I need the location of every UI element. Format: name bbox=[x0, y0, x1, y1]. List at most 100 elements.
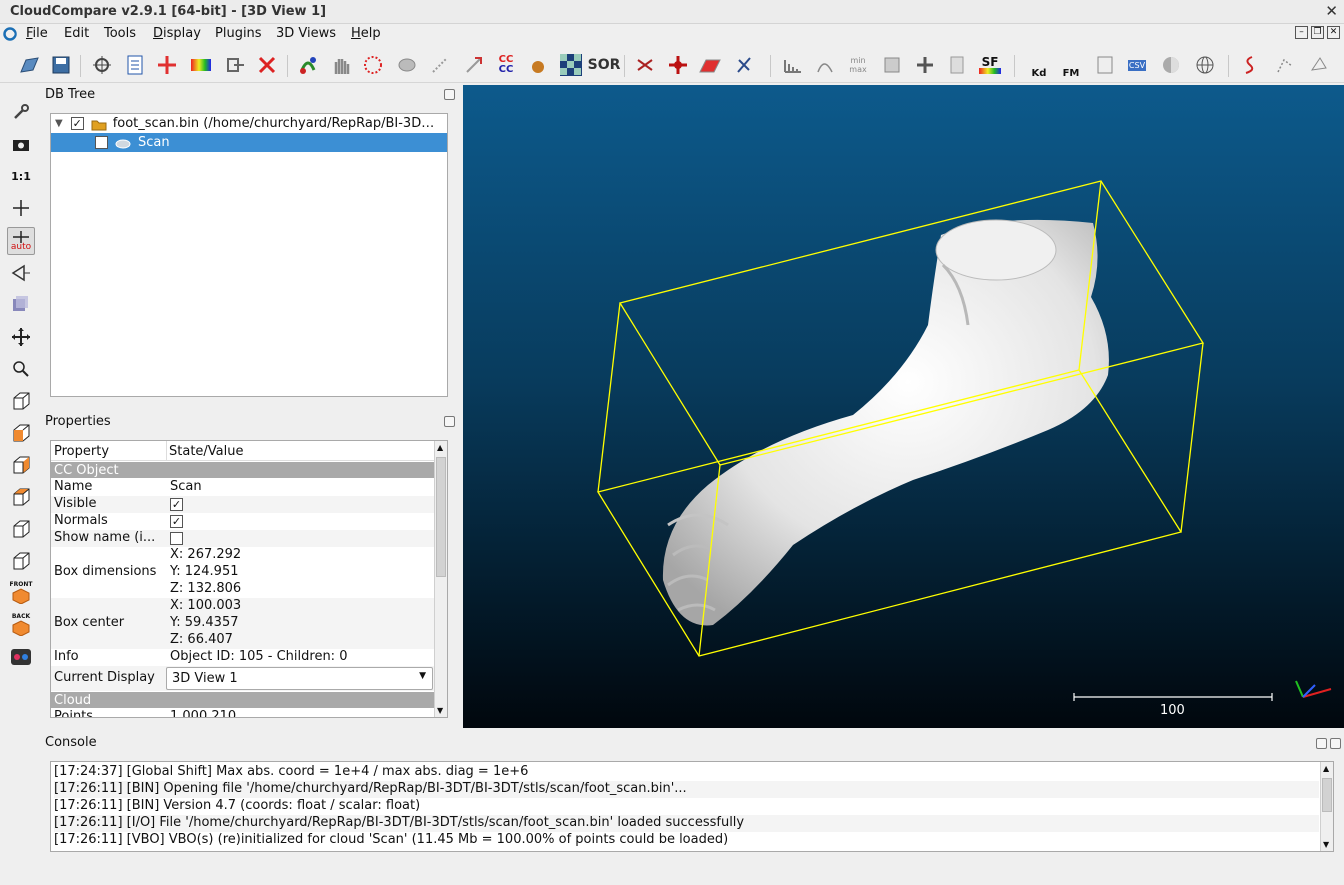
name-value[interactable]: Scan bbox=[170, 479, 202, 494]
prop-row-normals: Normals ✓ bbox=[54, 513, 183, 528]
current-display-select[interactable]: 3D View 1 ▼ bbox=[166, 667, 433, 690]
checkerboard-icon[interactable] bbox=[558, 51, 584, 79]
transform-icon[interactable] bbox=[89, 51, 115, 79]
zoom-icon[interactable] bbox=[7, 355, 35, 383]
export-csv-icon[interactable]: CSV bbox=[1124, 51, 1150, 79]
center-crosshair-icon[interactable] bbox=[7, 194, 35, 222]
tree-item-foot-scan[interactable]: ▼ ✓ foot_scan.bin (/home/churchyard/RepR… bbox=[51, 114, 447, 133]
console-log[interactable]: [17:24:37] [Global Shift] Max abs. coord… bbox=[50, 761, 1334, 852]
hand-icon[interactable] bbox=[328, 51, 354, 79]
view-right-icon[interactable] bbox=[7, 515, 35, 543]
open-icon[interactable] bbox=[16, 51, 42, 79]
mdi-window-controls: – ❐ ✕ bbox=[1295, 26, 1340, 39]
kd-tree-icon[interactable]: Kd bbox=[1026, 51, 1052, 79]
move-icon[interactable] bbox=[7, 323, 35, 351]
scalar-field-icon[interactable]: SF bbox=[977, 51, 1003, 79]
export-icon[interactable] bbox=[222, 51, 248, 79]
scroll-thumb[interactable] bbox=[1322, 778, 1332, 812]
fast-marching-icon[interactable]: FM bbox=[1058, 51, 1084, 79]
trace-polyline-icon[interactable] bbox=[1272, 51, 1298, 79]
tree-item-checkbox[interactable]: ✓ bbox=[70, 117, 84, 130]
mdi-minimize-button[interactable]: – bbox=[1295, 26, 1308, 39]
delete-icon[interactable] bbox=[254, 51, 280, 79]
tree-item-checkbox[interactable]: ✓ bbox=[95, 136, 108, 149]
db-tree-float-button[interactable] bbox=[444, 89, 455, 100]
export-ascii-icon[interactable] bbox=[1092, 51, 1118, 79]
expand-arrow-icon[interactable]: ▼ bbox=[55, 118, 63, 129]
console-line: [17:26:11] [BIN] Version 4.7 (coords: fl… bbox=[54, 798, 421, 813]
properties-title: Properties bbox=[45, 414, 111, 429]
view-left-icon[interactable] bbox=[7, 451, 35, 479]
wrench-icon[interactable] bbox=[7, 98, 35, 126]
point-picking-icon[interactable] bbox=[731, 51, 757, 79]
properties-float-button[interactable] bbox=[444, 416, 455, 427]
properties-scrollbar[interactable]: ▲ ▼ bbox=[434, 441, 447, 717]
window-close-button[interactable]: ✕ bbox=[1325, 2, 1338, 20]
subsample-icon[interactable] bbox=[427, 51, 453, 79]
auto-pick-rotation-center-button[interactable]: auto bbox=[7, 227, 35, 255]
db-tree-view[interactable]: ▼ ✓ foot_scan.bin (/home/churchyard/RepR… bbox=[50, 113, 448, 397]
menu-display[interactable]: Display bbox=[153, 26, 201, 41]
sf-arithmetic-icon[interactable] bbox=[944, 51, 970, 79]
view-front-icon[interactable] bbox=[7, 419, 35, 447]
histogram-icon[interactable] bbox=[779, 51, 805, 79]
scroll-thumb[interactable] bbox=[436, 457, 446, 577]
sample-points-icon[interactable] bbox=[360, 51, 386, 79]
prop-row-box-center: Box center X: 100.003 Y: 59.4357 Z: 66.4… bbox=[51, 598, 434, 649]
normals-checkbox[interactable]: ✓ bbox=[170, 515, 183, 528]
scissors-icon[interactable] bbox=[632, 51, 658, 79]
menu-3d-views[interactable]: 3D Views bbox=[276, 26, 336, 41]
mdi-close-button[interactable]: ✕ bbox=[1327, 26, 1340, 39]
menu-plugins[interactable]: Plugins bbox=[215, 26, 262, 41]
rasterize-icon[interactable] bbox=[1306, 51, 1332, 79]
add-constant-sf-icon[interactable] bbox=[912, 51, 938, 79]
translate-rotate-icon[interactable] bbox=[665, 51, 691, 79]
menu-file[interactable]: File bbox=[26, 26, 48, 41]
segment-icon[interactable] bbox=[1236, 51, 1262, 79]
show-name-checkbox[interactable] bbox=[170, 532, 183, 545]
camera-icon[interactable] bbox=[7, 130, 35, 158]
view-back-icon[interactable] bbox=[7, 483, 35, 511]
statistics-icon[interactable] bbox=[812, 51, 838, 79]
registration-icon[interactable] bbox=[461, 51, 487, 79]
menu-bar: File Edit Tools Display Plugins 3D Views… bbox=[0, 24, 1344, 46]
chevron-down-icon: ▼ bbox=[419, 671, 426, 681]
iso-back-button[interactable]: BACK bbox=[7, 611, 35, 639]
save-icon[interactable] bbox=[48, 51, 74, 79]
cross-section-icon[interactable] bbox=[697, 51, 723, 79]
sor-filter-icon[interactable]: SOR bbox=[588, 51, 621, 79]
iso-front-button[interactable]: FRONT bbox=[7, 579, 35, 607]
color-scale-icon[interactable] bbox=[188, 51, 214, 79]
menu-help[interactable]: Help bbox=[351, 26, 381, 41]
visible-checkbox[interactable]: ✓ bbox=[170, 498, 183, 511]
stereo-icon[interactable] bbox=[7, 643, 35, 671]
min-max-icon[interactable]: min max bbox=[845, 51, 871, 79]
globe-icon[interactable] bbox=[1192, 51, 1218, 79]
scroll-up-icon[interactable]: ▲ bbox=[437, 443, 443, 452]
prop-row-current-display: Current Display 3D View 1 ▼ bbox=[51, 666, 434, 691]
console-close-button[interactable] bbox=[1330, 738, 1341, 749]
mesh-icon[interactable] bbox=[394, 51, 420, 79]
menu-edit[interactable]: Edit bbox=[64, 26, 89, 41]
console-scrollbar[interactable]: ▲ ▼ bbox=[1320, 762, 1333, 851]
list-icon[interactable] bbox=[122, 51, 148, 79]
lighting-icon[interactable] bbox=[7, 291, 35, 319]
3d-view[interactable]: 100 bbox=[463, 85, 1344, 728]
perspective-icon[interactable] bbox=[7, 259, 35, 287]
scroll-down-icon[interactable]: ▼ bbox=[437, 706, 443, 715]
view-bottom-icon[interactable] bbox=[7, 547, 35, 575]
mdi-restore-button[interactable]: ❐ bbox=[1311, 26, 1324, 39]
mesh-distance-icon[interactable] bbox=[525, 51, 551, 79]
view-top-icon[interactable] bbox=[7, 387, 35, 415]
menu-tools[interactable]: Tools bbox=[104, 26, 136, 41]
sphere-icon[interactable] bbox=[1158, 51, 1184, 79]
console-float-button[interactable] bbox=[1316, 738, 1327, 749]
tree-item-scan[interactable]: ✓ Scan bbox=[51, 133, 447, 152]
normals-icon[interactable] bbox=[295, 51, 321, 79]
cloud-cloud-distance-icon[interactable]: CC CC bbox=[493, 51, 519, 79]
filter-by-value-icon[interactable] bbox=[879, 51, 905, 79]
scroll-up-icon[interactable]: ▲ bbox=[1323, 764, 1329, 773]
scroll-down-icon[interactable]: ▼ bbox=[1323, 840, 1329, 849]
zoom-one-to-one-button[interactable]: 1:1 bbox=[7, 162, 35, 190]
add-point-icon[interactable] bbox=[154, 51, 180, 79]
